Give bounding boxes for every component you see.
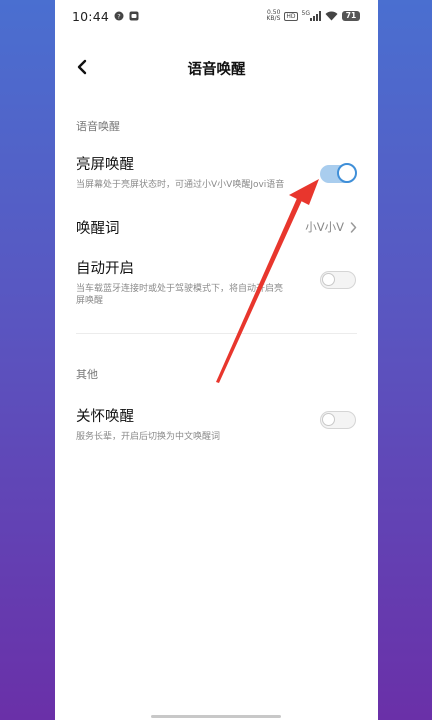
care-wake-toggle[interactable] [320, 411, 356, 429]
auto-on-description: 当车载蓝牙连接时或处于驾驶模式下，将自动开启亮屏唤醒 [76, 284, 284, 306]
status-time: 10:44 [72, 8, 110, 24]
chevron-right-icon [350, 221, 357, 233]
home-indicator [151, 715, 281, 718]
svg-text:?: ? [117, 13, 120, 21]
section-label-voice: 语音唤醒 [76, 120, 120, 133]
wifi-icon [325, 11, 338, 21]
phone-screen: 10:44 ? 0.50 KB/S HD 5G 71 语音唤醒 语音唤醒 亮屏唤… [55, 0, 378, 720]
screen-wake-description: 当屏幕处于亮屏状态时，可通过小V小V唤醒Jovi语音 [76, 180, 285, 190]
app-notification-icon [129, 11, 139, 21]
hd-badge: HD [284, 11, 298, 21]
signal-icon: 5G [302, 11, 321, 21]
page-title: 语音唤醒 [187, 62, 246, 78]
auto-on-title: 自动开启 [76, 261, 134, 277]
care-wake-row[interactable]: 关怀唤醒 服务长辈，开启后切换为中文唤醒词 [55, 405, 378, 455]
page-header: 语音唤醒 [55, 32, 378, 104]
auto-on-toggle[interactable] [320, 271, 356, 289]
care-wake-description: 服务长辈，开启后切换为中文唤醒词 [76, 432, 221, 442]
wake-word-row[interactable]: 唤醒词 小V小V [55, 217, 378, 257]
screen-wake-row[interactable]: 亮屏唤醒 当屏幕处于亮屏状态时，可通过小V小V唤醒Jovi语音 [55, 153, 378, 211]
section-label-other: 其他 [76, 368, 98, 381]
section-divider [76, 333, 357, 334]
screen-wake-title: 亮屏唤醒 [76, 157, 134, 173]
network-speed: 0.50 KB/S [266, 9, 281, 22]
battery-indicator: 71 [342, 11, 360, 21]
care-wake-title: 关怀唤醒 [76, 409, 134, 425]
wake-word-value[interactable]: 小V小V [305, 219, 357, 235]
status-bar: 10:44 ? 0.50 KB/S HD 5G 71 [55, 0, 378, 32]
screen-wake-toggle[interactable] [320, 163, 357, 183]
notification-icon: ? [114, 11, 124, 21]
auto-on-row[interactable]: 自动开启 当车载蓝牙连接时或处于驾驶模式下，将自动开启亮屏唤醒 [55, 257, 378, 329]
